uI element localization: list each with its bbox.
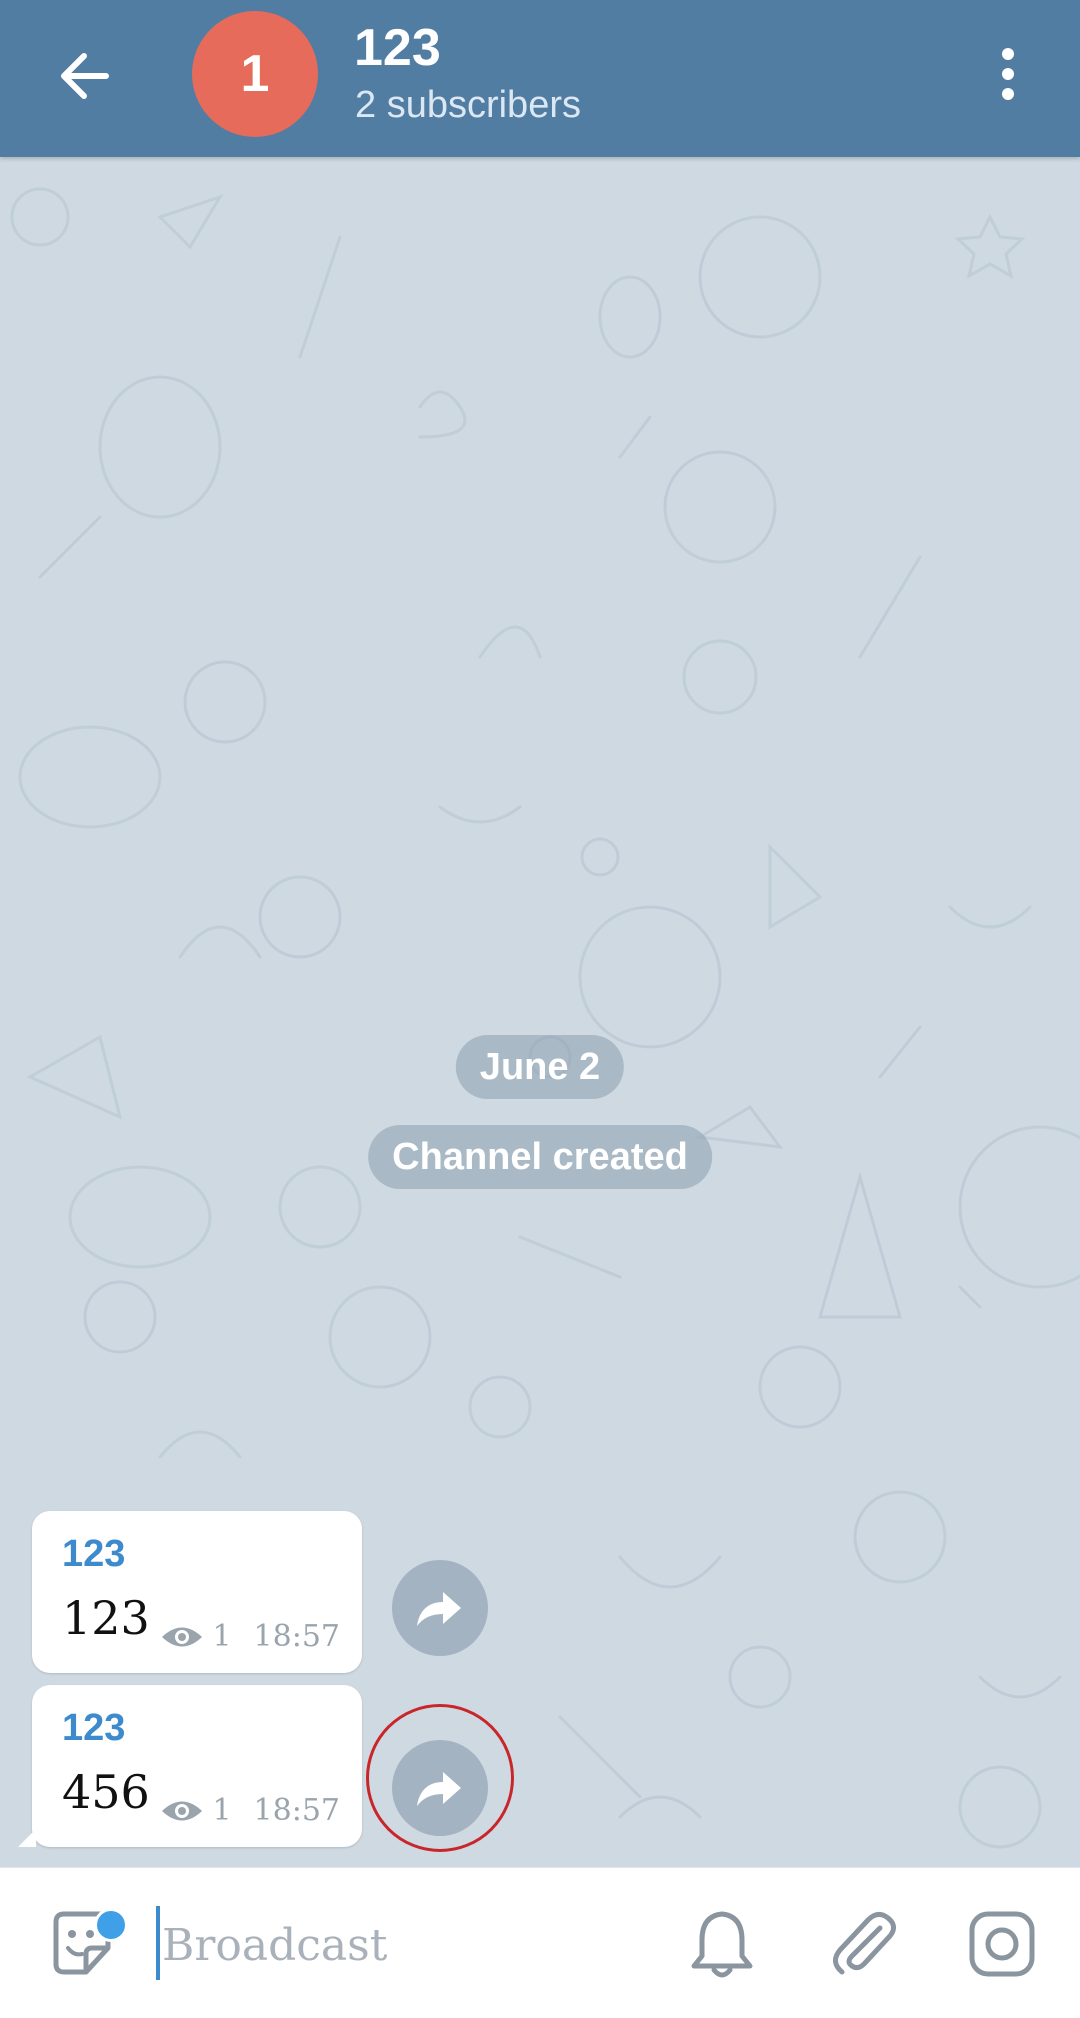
camera-button[interactable] <box>960 1902 1044 1986</box>
attach-button[interactable] <box>822 1902 906 1986</box>
views-count: 1 <box>212 1619 232 1654</box>
channel-title[interactable]: 123 <box>354 18 441 78</box>
arrow-left-icon <box>61 53 109 99</box>
views-count: 1 <box>212 1793 232 1828</box>
message-sender: 123 <box>62 1707 126 1749</box>
chat-header: 1 123 2 subscribers <box>0 0 1080 157</box>
views-eye-icon <box>162 1801 203 1820</box>
share-button[interactable] <box>392 1560 488 1656</box>
text-caret <box>156 1906 160 1980</box>
instagram-camera-icon <box>969 1911 1035 1977</box>
date-separator: June 2 <box>455 1035 625 1099</box>
message-text: 456 <box>62 1765 150 1819</box>
message-bubble[interactable]: 123 456 1 18:57 <box>18 1685 362 1847</box>
broadcast-input[interactable] <box>162 1910 642 1980</box>
message-list[interactable]: June 2 Channel created 123 123 1 18:57 1… <box>0 157 1080 1867</box>
message-text: 123 <box>62 1591 150 1645</box>
message-bubble[interactable]: 123 123 1 18:57 <box>32 1511 362 1673</box>
notification-dot <box>94 1908 128 1942</box>
message-meta: 1 18:57 <box>160 1619 340 1654</box>
share-forward-icon <box>417 1592 461 1626</box>
subscriber-count: 2 subscribers <box>355 84 581 126</box>
message-input-bar <box>0 1867 1080 2018</box>
message-time: 18:57 <box>253 1793 340 1828</box>
mute-button[interactable] <box>680 1902 764 1986</box>
message-sender: 123 <box>62 1533 126 1575</box>
channel-avatar[interactable]: 1 <box>192 11 318 137</box>
bell-icon <box>691 1911 753 1978</box>
views-eye-icon <box>162 1627 203 1646</box>
paperclip-icon <box>833 1912 896 1975</box>
more-menu-button[interactable] <box>984 42 1032 106</box>
service-message: Channel created <box>368 1125 712 1189</box>
highlight-circle <box>366 1704 514 1852</box>
more-vertical-icon <box>1002 48 1014 100</box>
message-meta: 1 18:57 <box>160 1793 340 1828</box>
back-button[interactable] <box>48 40 120 112</box>
message-time: 18:57 <box>253 1619 340 1654</box>
